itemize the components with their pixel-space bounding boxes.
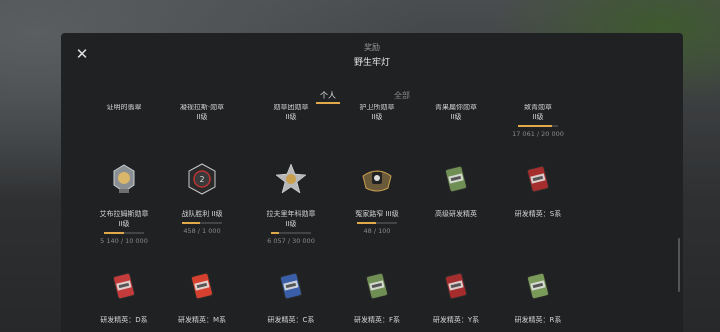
card-icon <box>439 162 473 196</box>
item-name: 高级研发精英 <box>435 210 477 218</box>
tab-all[interactable]: 全部 <box>394 90 410 101</box>
progress-fill <box>518 125 552 127</box>
progress-bar <box>271 232 311 234</box>
progress-text: 48 / 100 <box>363 227 391 235</box>
progress-text: 458 / 1 000 <box>183 227 221 235</box>
middle-row-item[interactable]: 拉夫里年科勋章 II级 6 057 / 30 000 <box>251 163 331 245</box>
bottom-row-item[interactable]: 研发精英：D系 <box>84 272 164 325</box>
middle-row-item[interactable]: 冤家路窄 III级 48 / 100 <box>337 170 417 235</box>
item-level: II级 <box>285 113 297 121</box>
achievements-panel: ✕ 奖励 野生牢灯 个人 全部 证明的翡翠 凝视拉斯·勋章 II级 勋章团勋章 II级护… <box>61 33 683 332</box>
tab-personal[interactable]: 个人 <box>316 90 340 104</box>
top-row-item[interactable]: 凝视拉斯·勋章 II级 <box>162 104 242 122</box>
middle-row-item[interactable]: 高级研发精英 <box>416 165 496 219</box>
item-level: II级 <box>450 113 462 121</box>
item-name: 冤家路窄 III级 <box>355 210 399 218</box>
item-name: 拉夫里年科勋章 <box>266 210 316 218</box>
item-level: II级 <box>532 113 544 121</box>
medal-icon <box>107 162 141 196</box>
middle-row-item[interactable]: 艾布拉姆斯勋章 II级 5 140 / 10 000 <box>84 164 164 245</box>
tab-bar: 个人 全部 <box>61 90 683 104</box>
star-medal-icon <box>274 162 308 196</box>
top-row-item[interactable]: 致青勋章 II级 17 061 / 20 000 <box>498 104 578 138</box>
item-name: 战队胜利 II级 <box>181 210 223 218</box>
item-name: 艾布拉姆斯勋章 <box>99 210 149 218</box>
top-row-item[interactable]: 青果扁你勋章 II级 <box>416 104 496 122</box>
card-icon <box>360 269 394 303</box>
bottom-row-item[interactable]: 研发精英：M系 <box>162 272 242 325</box>
bottom-row-item[interactable]: 研发精英：Y系 <box>416 272 496 325</box>
scrollbar[interactable] <box>678 238 680 292</box>
card-icon <box>521 162 555 196</box>
panel-title: 野生牢灯 <box>353 58 390 68</box>
progress-fill <box>104 232 125 234</box>
item-name: 研发精英：D系 <box>100 316 148 324</box>
card-icon <box>274 269 308 303</box>
badge-icon: 2 <box>185 162 219 196</box>
progress-bar <box>182 222 222 224</box>
item-level: II级 <box>371 113 383 121</box>
card-icon <box>439 269 473 303</box>
top-row-item[interactable]: 护卫所勋章 II级 <box>337 104 417 122</box>
item-level: II级 <box>118 220 130 228</box>
item-name: 研发精英：S系 <box>514 210 562 218</box>
progress-text: 17 061 / 20 000 <box>512 130 564 138</box>
progress-fill <box>271 232 279 234</box>
item-level: II级 <box>196 113 208 121</box>
card-icon <box>185 269 219 303</box>
item-level: II级 <box>285 220 297 228</box>
item-name: 研发精英：R系 <box>514 316 562 324</box>
bottom-row-item[interactable]: 研发精英：C系 <box>251 272 331 325</box>
progress-text: 5 140 / 10 000 <box>100 237 148 245</box>
tab-personal-label: 个人 <box>320 91 336 100</box>
tab-all-label: 全部 <box>394 91 410 100</box>
progress-fill <box>182 222 201 224</box>
middle-row-item[interactable]: 2 战队胜利 II级 458 / 1 000 <box>162 163 242 235</box>
panel-subtitle: 奖励 <box>364 43 380 52</box>
card-icon <box>107 269 141 303</box>
bottom-row-item[interactable]: 研发精英：F系 <box>337 272 417 325</box>
item-name: 研发精英：C系 <box>267 316 315 324</box>
tab-active-indicator <box>316 102 340 104</box>
progress-bar <box>357 222 397 224</box>
item-name: 研发精英：M系 <box>177 316 227 324</box>
card-icon <box>521 269 555 303</box>
progress-text: 6 057 / 30 000 <box>267 237 315 245</box>
svg-text:2: 2 <box>199 175 204 184</box>
progress-bar <box>518 125 558 127</box>
fist-emblem-icon <box>360 162 394 196</box>
progress-fill <box>357 222 377 224</box>
item-name: 研发精英：F系 <box>353 316 401 324</box>
top-row-item[interactable]: 勋章团勋章 II级 <box>251 104 331 122</box>
middle-row-item[interactable]: 研发精英：S系 <box>498 165 578 219</box>
progress-bar <box>104 232 144 234</box>
item-name: 研发精英：Y系 <box>432 316 480 324</box>
bottom-row-item[interactable]: 研发精英：R系 <box>498 272 578 325</box>
